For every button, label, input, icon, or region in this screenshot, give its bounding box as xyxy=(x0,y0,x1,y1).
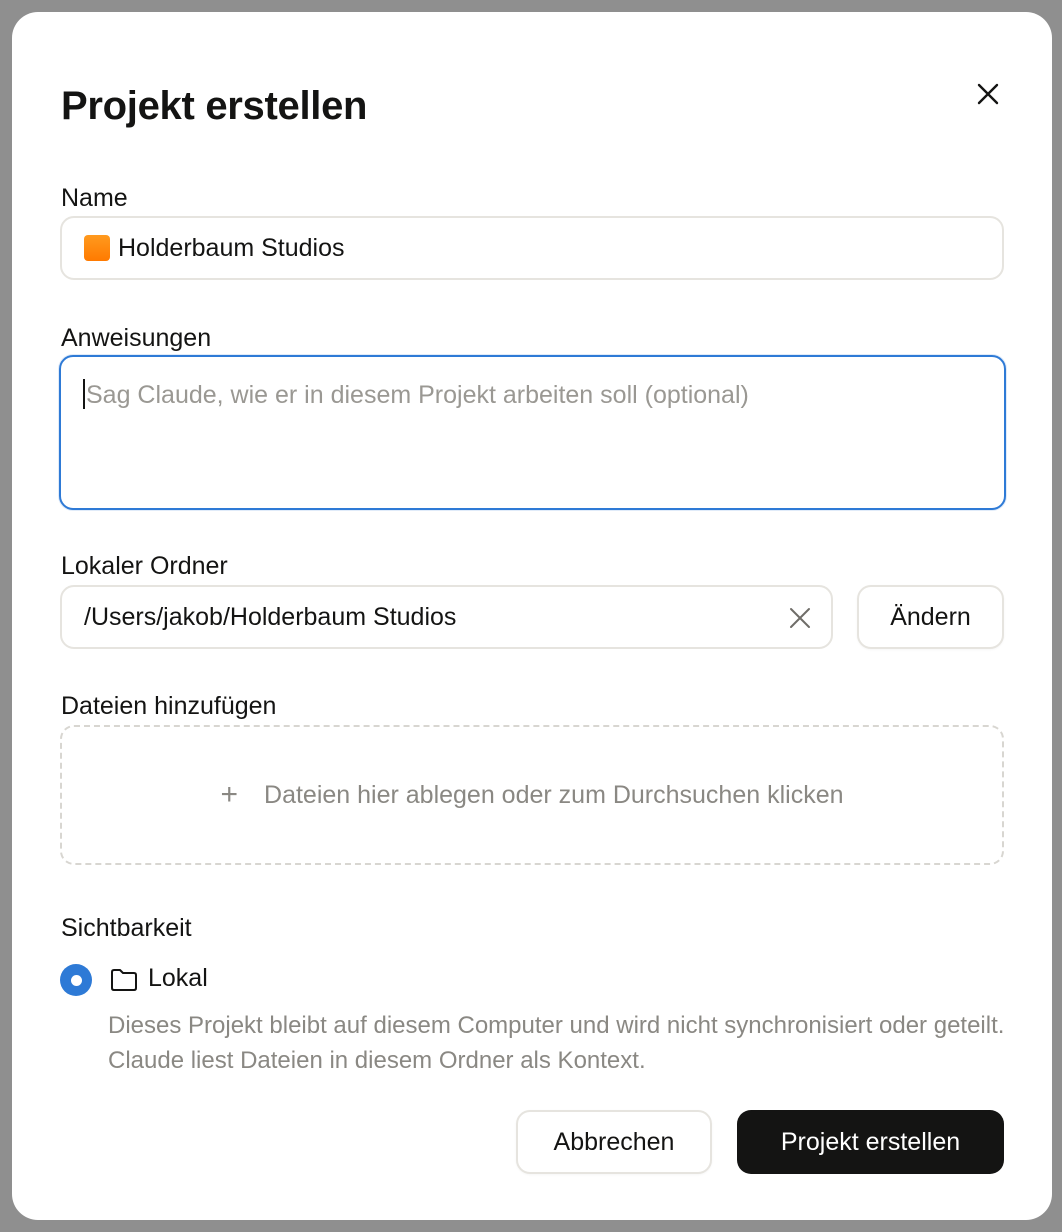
add-files-label: Dateien hinzufügen xyxy=(61,692,277,720)
create-project-button[interactable]: Projekt erstellen xyxy=(737,1110,1004,1174)
dialog-title: Projekt erstellen xyxy=(61,84,368,128)
clear-folder-button[interactable] xyxy=(785,603,815,633)
name-input[interactable]: Holderbaum Studios xyxy=(60,216,1004,280)
radio-selected-dot xyxy=(70,974,82,986)
dropzone-text: Dateien hier ablegen oder zum Durchsuche… xyxy=(264,780,844,809)
clear-icon xyxy=(790,608,810,628)
local-folder-label: Lokaler Ordner xyxy=(61,552,228,580)
cancel-button[interactable]: Abbrechen xyxy=(516,1110,712,1174)
name-input-value: Holderbaum Studios xyxy=(118,233,345,262)
visibility-description: Dieses Projekt bleibt auf diesem Compute… xyxy=(108,1012,1005,1074)
create-project-dialog: Projekt erstellen Name Holderbaum Studio… xyxy=(12,12,1052,1220)
visibility-radio-local[interactable] xyxy=(60,964,92,996)
visibility-option-label: Lokal xyxy=(148,964,208,992)
instructions-placeholder: Sag Claude, wie er in diesem Projekt arb… xyxy=(86,381,749,409)
visibility-label: Sichtbarkeit xyxy=(61,914,192,942)
file-dropzone[interactable]: + Dateien hier ablegen oder zum Durchsuc… xyxy=(60,725,1004,865)
instructions-textarea[interactable]: Sag Claude, wie er in diesem Projekt arb… xyxy=(59,355,1006,510)
local-folder-value: /Users/jakob/Holderbaum Studios xyxy=(84,602,457,631)
change-folder-button[interactable]: Ändern xyxy=(857,585,1004,649)
name-label: Name xyxy=(61,184,128,212)
close-button[interactable] xyxy=(970,76,1006,112)
orange-square-emoji xyxy=(84,235,110,261)
local-folder-input[interactable]: /Users/jakob/Holderbaum Studios xyxy=(60,585,833,649)
instructions-label: Anweisungen xyxy=(61,324,212,352)
plus-icon: + xyxy=(220,778,239,811)
text-caret xyxy=(83,379,85,409)
folder-icon xyxy=(111,969,137,991)
close-icon xyxy=(977,83,999,105)
